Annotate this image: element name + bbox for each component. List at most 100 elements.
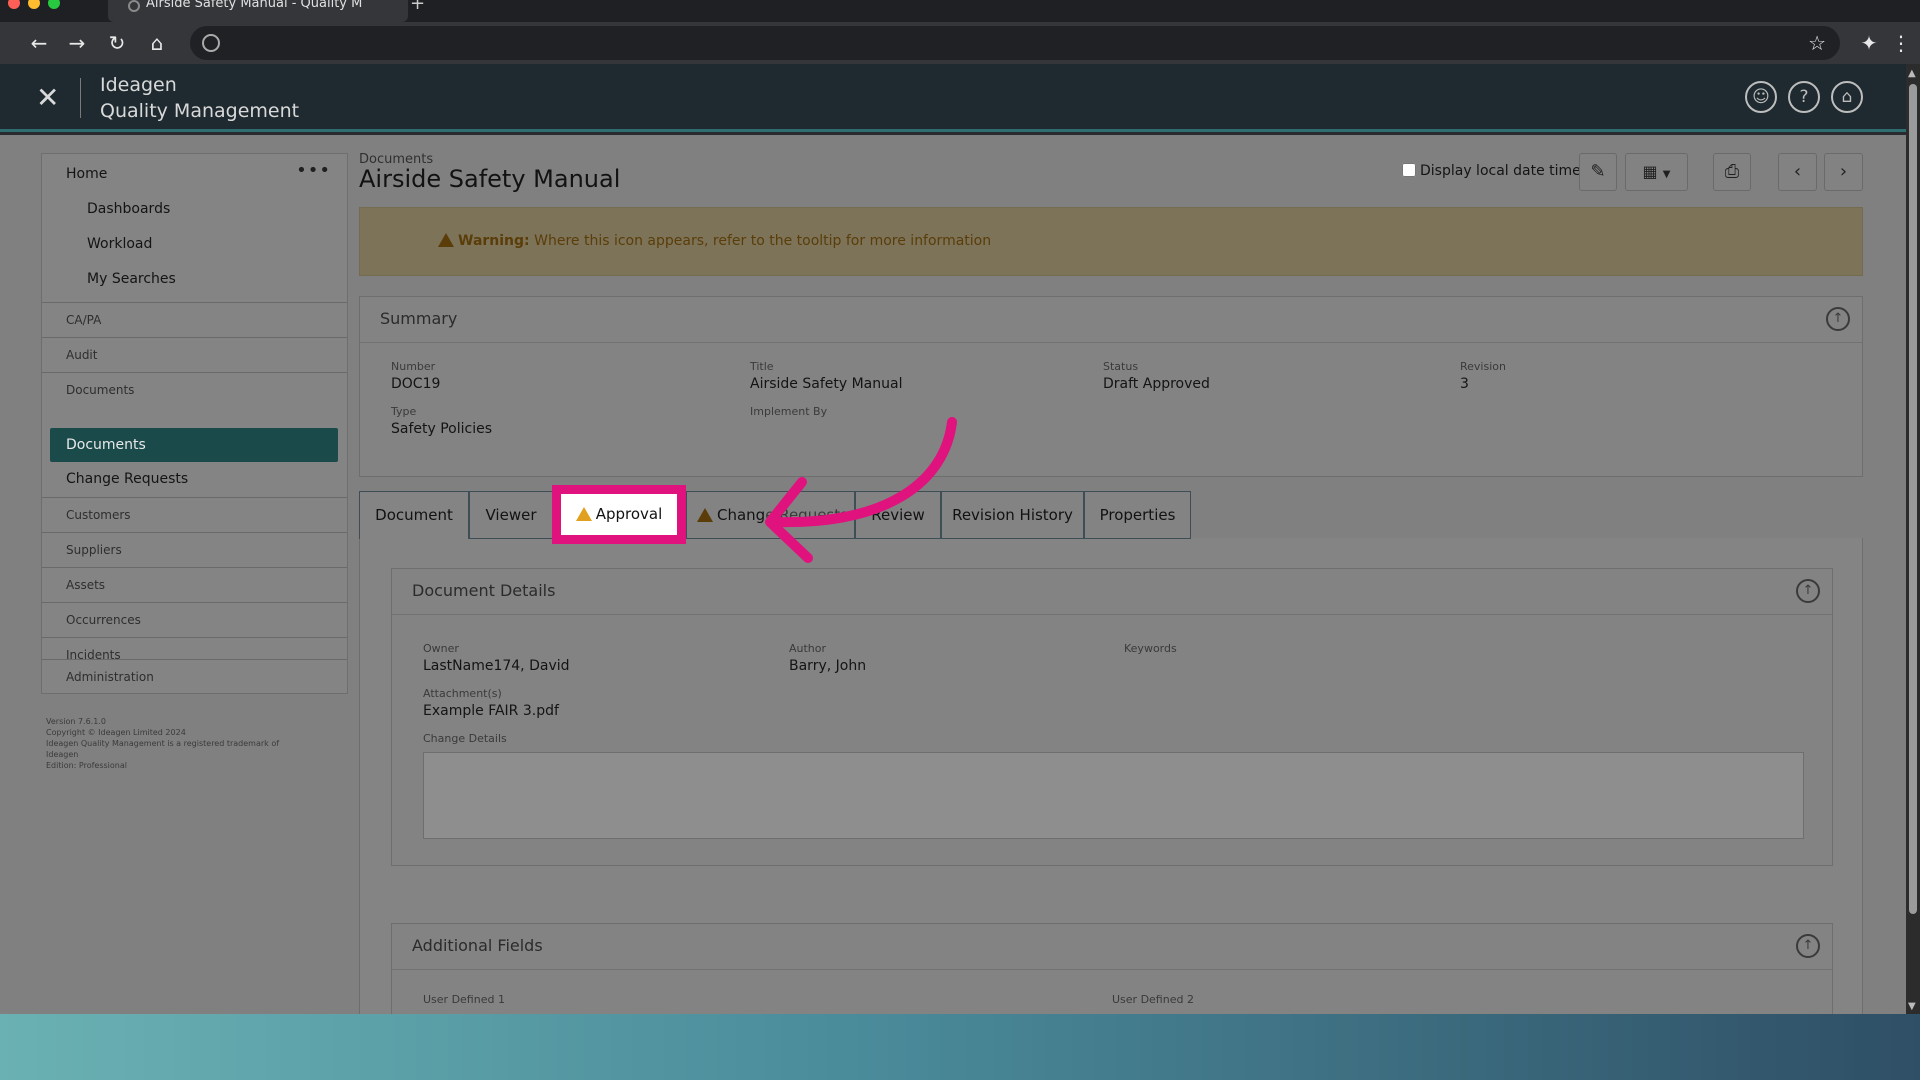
sidebar-section-documents[interactable]: Documents (42, 372, 347, 407)
next-icon[interactable]: › (1824, 153, 1863, 191)
site-info-icon[interactable] (202, 34, 220, 52)
help-icon[interactable]: ? (1788, 81, 1820, 113)
additional-fields-heading: Additional Fields ↑ (392, 924, 1832, 970)
sidebar-item-documents[interactable]: Documents (50, 428, 338, 462)
user-icon[interactable]: ☺ (1745, 81, 1777, 113)
sidebar-item-dashboards[interactable]: Dashboards (87, 201, 170, 217)
collapse-icon[interactable]: ↑ (1796, 579, 1820, 603)
summary-heading: Summary ↑ (360, 297, 1862, 343)
scroll-thumb[interactable] (1909, 84, 1917, 914)
number-label: Number (391, 360, 436, 373)
warning-banner: Warning: Where this icon appears, refer … (359, 207, 1863, 276)
version-info: Version 7.6.1.0 Copyright © Ideagen Limi… (46, 716, 331, 771)
globe-icon (128, 0, 140, 12)
sidebar-section-suppliers[interactable]: Suppliers (42, 532, 347, 567)
new-tab-button[interactable]: + (410, 0, 425, 13)
sidebar-section-administration[interactable]: Administration (42, 659, 347, 694)
app-header: ✕ Ideagen Quality Management ☺ ? ⌂ (0, 64, 1906, 132)
page-content: Home ••• Dashboards Workload My Searches… (0, 135, 1906, 1014)
sidebar-item-change-requests[interactable]: Change Requests (66, 462, 188, 496)
warning-icon (697, 508, 713, 522)
grid-menu-icon[interactable]: ▦ ▼ (1625, 153, 1688, 191)
sidebar-section-capa[interactable]: CA/PA (42, 302, 347, 337)
brand-product: Quality Management (100, 100, 300, 122)
sidebar-section-occurrences[interactable]: Occurrences (42, 602, 347, 637)
window-controls[interactable] (8, 0, 68, 13)
browser-menu-icon[interactable]: ⋮ (1886, 28, 1916, 58)
collapse-icon[interactable]: ↑ (1796, 934, 1820, 958)
status-label: Status (1103, 360, 1139, 373)
home-icon[interactable]: ⌂ (1831, 81, 1863, 113)
sidebar-section-assets[interactable]: Assets (42, 567, 347, 602)
address-bar[interactable]: ☆ (190, 26, 1840, 60)
attachment-link[interactable]: Example FAIR 3.pdf (423, 703, 559, 719)
author-label: Author (789, 642, 827, 655)
sidebar-item-home[interactable]: Home (66, 166, 107, 182)
brand-name: Ideagen (100, 74, 177, 96)
tab-viewer[interactable]: Viewer (469, 491, 553, 539)
local-date-checkbox[interactable] (1402, 163, 1416, 177)
scroll-up-icon[interactable]: ▲ (1908, 68, 1916, 79)
page-title: Airside Safety Manual (359, 165, 621, 193)
tab-document[interactable]: Document (359, 491, 469, 539)
display-local-date-toggle[interactable]: Display local date time (1402, 163, 1581, 179)
version-line: Ideagen (46, 750, 79, 759)
browser-tabstrip: Airside Safety Manual - Quality M + (0, 0, 1920, 22)
warning-text: Where this icon appears, refer to the to… (534, 233, 992, 249)
reload-icon[interactable]: ↻ (102, 28, 132, 58)
bookmark-star-icon[interactable]: ☆ (1808, 31, 1826, 55)
tab-panel: Document Details ↑ Owner LastName174, Dav… (359, 538, 1863, 1014)
browser-tab[interactable]: Airside Safety Manual - Quality M (108, 0, 408, 22)
user-defined-1-label: User Defined 1 (423, 993, 505, 1006)
version-line: Edition: Professional (46, 761, 127, 770)
additional-fields-title: Additional Fields (412, 936, 543, 955)
revision-label: Revision (1460, 360, 1506, 373)
scroll-down-icon[interactable]: ▼ (1908, 1001, 1916, 1012)
document-details-heading: Document Details ↑ (392, 569, 1832, 615)
version-line: Version 7.6.1.0 (46, 717, 106, 726)
browser-tab-title: Airside Safety Manual - Quality M (146, 0, 363, 11)
warning-icon (438, 233, 454, 247)
keywords-label: Keywords (1124, 642, 1177, 655)
local-date-label: Display local date time (1420, 163, 1581, 179)
document-details-card: Document Details ↑ Owner LastName174, Dav… (391, 568, 1833, 866)
browser-toolbar: ← → ↻ ⌂ ☆ ✦ ⋮ (0, 22, 1920, 64)
summary-card: Summary ↑ Number DOC19 Title Airside Safe… (359, 296, 1863, 477)
sidebar-item-workload[interactable]: Workload (87, 236, 152, 252)
background-band (0, 1014, 1920, 1080)
additional-fields-card: Additional Fields ↑ User Defined 1 User D… (391, 923, 1833, 1014)
page-scrollbar[interactable]: ▲ ▼ (1906, 64, 1920, 1014)
chevron-down-icon: ▼ (1662, 169, 1671, 180)
version-line: Copyright © Ideagen Limited 2024 (46, 728, 186, 737)
type-label: Type (391, 405, 417, 418)
print-icon[interactable]: ⎙ (1713, 153, 1751, 191)
owner-value: LastName174, David (423, 658, 570, 674)
forward-icon[interactable]: → (62, 28, 92, 58)
sidebar-item-my-searches[interactable]: My Searches (87, 271, 176, 287)
back-icon[interactable]: ← (24, 28, 54, 58)
change-details-textarea[interactable] (423, 752, 1804, 839)
edit-pencil-icon[interactable]: ✎ (1579, 153, 1617, 191)
home-icon[interactable]: ⌂ (142, 28, 172, 58)
annotation-arrow (765, 417, 957, 563)
author-value: Barry, John (789, 658, 867, 674)
version-line: Ideagen Quality Management is a register… (46, 739, 280, 748)
tab-approval[interactable]: Approval (552, 485, 686, 544)
collapse-icon[interactable]: ↑ (1826, 307, 1850, 331)
more-options-icon[interactable]: ••• (296, 160, 331, 181)
sidebar-section-audit[interactable]: Audit (42, 337, 347, 372)
sidebar-section-customers[interactable]: Customers (42, 497, 347, 532)
revision-value: 3 (1460, 376, 1469, 392)
title-value: Airside Safety Manual (750, 376, 903, 392)
status-value: Draft Approved (1103, 376, 1210, 392)
extensions-icon[interactable]: ✦ (1854, 28, 1884, 58)
close-icon[interactable]: ✕ (36, 78, 59, 118)
warning-icon (575, 507, 592, 521)
divider (80, 78, 81, 118)
previous-icon[interactable]: ‹ (1778, 153, 1817, 191)
sidebar: Home ••• Dashboards Workload My Searches… (41, 153, 348, 694)
attachments-label: Attachment(s) (423, 687, 502, 700)
summary-title: Summary (380, 309, 458, 328)
tab-properties[interactable]: Properties (1084, 491, 1191, 539)
number-value: DOC19 (391, 376, 441, 392)
